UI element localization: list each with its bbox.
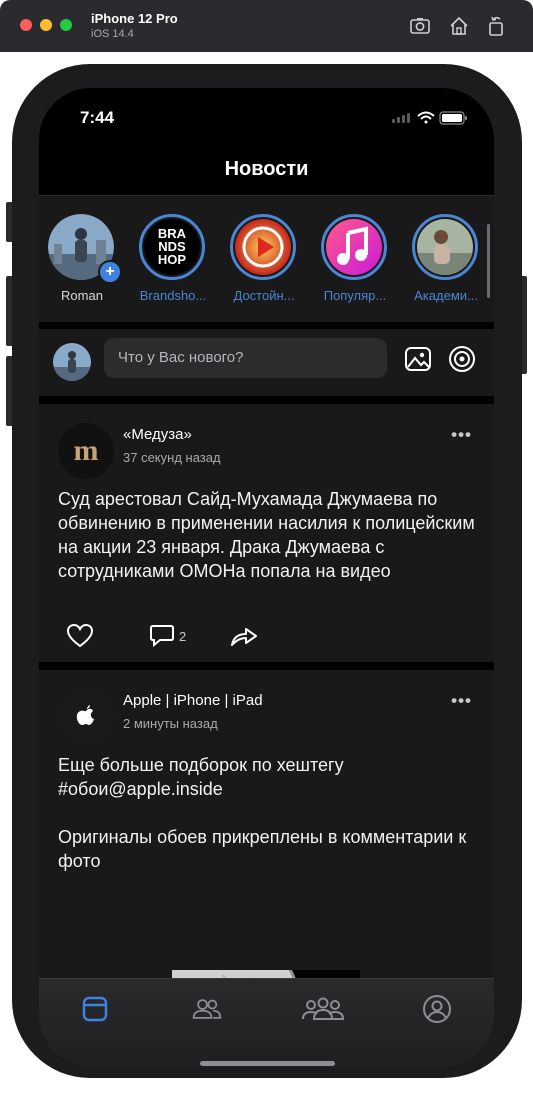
more-options-button[interactable]: ••• bbox=[451, 425, 472, 445]
comment-icon bbox=[150, 625, 174, 648]
simulator-device-name: iPhone 12 Pro bbox=[91, 11, 178, 26]
avatar[interactable]: m bbox=[58, 423, 114, 479]
profile-tab-icon[interactable] bbox=[421, 993, 453, 1025]
target-icon[interactable] bbox=[448, 345, 476, 373]
story-item-dostoyno[interactable]: Достойн... bbox=[226, 214, 302, 324]
news-feed[interactable]: + Roman BRA NDS HOP Brandsho... Достойн.… bbox=[39, 196, 494, 1068]
story-label: Академи... bbox=[414, 288, 478, 303]
play-logo bbox=[235, 219, 291, 275]
story-item-academy[interactable]: Академи... bbox=[408, 214, 484, 324]
photo-icon[interactable] bbox=[404, 345, 432, 373]
avatar bbox=[321, 214, 387, 280]
minimize-window-button[interactable] bbox=[40, 19, 52, 31]
simulator-title-bar: iPhone 12 Pro iOS 14.4 bbox=[0, 0, 533, 52]
tab-bar bbox=[39, 978, 494, 1068]
stories-carousel[interactable]: + Roman BRA NDS HOP Brandsho... Достойн.… bbox=[39, 196, 494, 322]
avatar[interactable] bbox=[53, 343, 91, 381]
zoom-window-button[interactable] bbox=[60, 19, 72, 31]
new-post-input[interactable]: Что у Вас нового? bbox=[104, 338, 387, 378]
share-button[interactable] bbox=[229, 622, 259, 650]
post-time: 37 секунд назад bbox=[123, 450, 221, 465]
wifi-icon bbox=[417, 111, 435, 124]
home-indicator[interactable] bbox=[200, 1061, 335, 1066]
story-label: Brandsho... bbox=[139, 288, 207, 303]
page-title: Новости bbox=[224, 158, 309, 180]
screenshot-icon[interactable] bbox=[409, 15, 431, 37]
story-item-popular[interactable]: Популяр... bbox=[317, 214, 393, 324]
comments-button[interactable]: 2 bbox=[149, 622, 186, 650]
post-author[interactable]: Apple | iPhone | iPad bbox=[123, 692, 263, 709]
post-author[interactable]: «Медуза» bbox=[123, 426, 192, 443]
news-tab-icon[interactable] bbox=[79, 993, 111, 1025]
svg-text:HOP: HOP bbox=[158, 252, 187, 267]
cellular-icon bbox=[392, 113, 410, 123]
battery-icon bbox=[439, 111, 467, 125]
like-button[interactable] bbox=[66, 622, 94, 650]
story-label: Достойн... bbox=[233, 288, 295, 303]
scroll-indicator[interactable] bbox=[487, 224, 490, 298]
story-label: Популяр... bbox=[323, 288, 387, 303]
svg-text:m: m bbox=[74, 434, 99, 467]
avatar bbox=[230, 214, 296, 280]
post-composer: Что у Вас нового? bbox=[39, 329, 494, 396]
post-card: m «Медуза» 37 секунд назад ••• Суд арест… bbox=[39, 404, 494, 662]
add-story-icon[interactable]: + bbox=[98, 260, 122, 284]
avatar: BRA NDS HOP bbox=[139, 214, 205, 280]
avatar bbox=[412, 214, 478, 280]
groups-tab-icon[interactable] bbox=[301, 993, 345, 1025]
post-time: 2 минуты назад bbox=[123, 716, 218, 731]
comments-count: 2 bbox=[179, 628, 187, 644]
share-icon bbox=[231, 628, 257, 646]
post-text: Суд арестовал Сайд-Мухамада Джумаева по … bbox=[58, 489, 475, 581]
home-icon[interactable] bbox=[448, 15, 470, 37]
heart-icon bbox=[66, 623, 94, 648]
phone-screen: 7:44 Новости + Roman BRA NDS HOP Brandsh… bbox=[39, 88, 494, 1068]
status-time: 7:44 bbox=[80, 108, 115, 127]
simulator-os-version: iOS 14.4 bbox=[91, 28, 134, 40]
more-options-button[interactable]: ••• bbox=[451, 691, 472, 711]
post-actions: 2 bbox=[39, 622, 494, 652]
brandshop-logo: BRA NDS HOP bbox=[144, 219, 200, 275]
close-window-button[interactable] bbox=[20, 19, 32, 31]
person-photo bbox=[417, 219, 473, 275]
friends-tab-icon[interactable] bbox=[191, 993, 223, 1025]
music-note-icon bbox=[326, 219, 382, 275]
post-text: Еще больше подборок по хештегу #обои@app… bbox=[58, 755, 467, 871]
story-item-brandshop[interactable]: BRA NDS HOP Brandsho... bbox=[135, 214, 211, 324]
avatar[interactable] bbox=[58, 689, 114, 745]
story-item-self[interactable]: + Roman bbox=[44, 214, 122, 324]
rotate-icon[interactable] bbox=[485, 15, 507, 37]
story-label: Roman bbox=[61, 288, 103, 303]
status-icons bbox=[392, 110, 472, 131]
